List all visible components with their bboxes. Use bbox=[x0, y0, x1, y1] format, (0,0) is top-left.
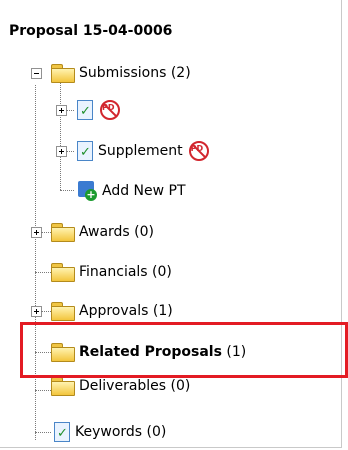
tree-node-submissions[interactable]: Submissions (2) bbox=[51, 61, 191, 85]
document-check-icon: ✓ bbox=[53, 422, 71, 442]
supplement-label: Supplement bbox=[98, 143, 183, 159]
tree-connector bbox=[66, 110, 74, 111]
tree-node-keywords[interactable]: ✓ Keywords (0) bbox=[53, 420, 166, 444]
tree-guide-submissions bbox=[60, 80, 61, 190]
tree-node-submission-1[interactable]: ✓ PD bbox=[76, 98, 120, 122]
highlight-box bbox=[20, 322, 348, 378]
tree-connector bbox=[35, 390, 51, 391]
folder-icon bbox=[51, 302, 75, 321]
tree-connector bbox=[35, 432, 51, 433]
tree-connector bbox=[41, 232, 51, 233]
awards-label: Awards (0) bbox=[79, 224, 155, 240]
folder-icon bbox=[51, 64, 75, 83]
tree-node-approvals[interactable]: Approvals (1) bbox=[51, 299, 173, 323]
no-pd-icon: PD bbox=[100, 100, 120, 120]
tree-node-add-new-pt[interactable]: + Add New PT bbox=[76, 179, 186, 203]
add-new-pt-icon: + bbox=[76, 181, 98, 201]
deliverables-label: Deliverables (0) bbox=[79, 378, 191, 394]
proposal-tree-panel: Proposal 15-04-0006 Submissions (2) ✓ PD… bbox=[0, 0, 342, 448]
no-pd-icon: PD bbox=[188, 141, 209, 161]
tree-connector bbox=[66, 151, 74, 152]
tree-node-supplement[interactable]: ✓ Supplement PD bbox=[76, 139, 209, 163]
folder-icon bbox=[51, 223, 75, 242]
approvals-label: Approvals (1) bbox=[79, 303, 173, 319]
tree-connector bbox=[60, 190, 74, 191]
keywords-label: Keywords (0) bbox=[75, 424, 167, 440]
submissions-label: Submissions (2) bbox=[79, 65, 191, 81]
folder-icon bbox=[51, 377, 75, 396]
add-new-pt-label: Add New PT bbox=[102, 183, 186, 199]
document-check-icon: ✓ bbox=[76, 100, 94, 120]
proposal-title: Proposal 15-04-0006 bbox=[9, 23, 173, 39]
tree-guide-main bbox=[35, 85, 36, 440]
tree-connector bbox=[41, 311, 51, 312]
tree-node-awards[interactable]: Awards (0) bbox=[51, 220, 154, 244]
collapse-submissions-toggle[interactable] bbox=[31, 68, 42, 79]
tree-node-financials[interactable]: Financials (0) bbox=[51, 260, 172, 284]
document-check-icon: ✓ bbox=[76, 141, 94, 161]
financials-label: Financials (0) bbox=[79, 264, 172, 280]
folder-icon bbox=[51, 263, 75, 282]
tree-connector bbox=[35, 272, 51, 273]
